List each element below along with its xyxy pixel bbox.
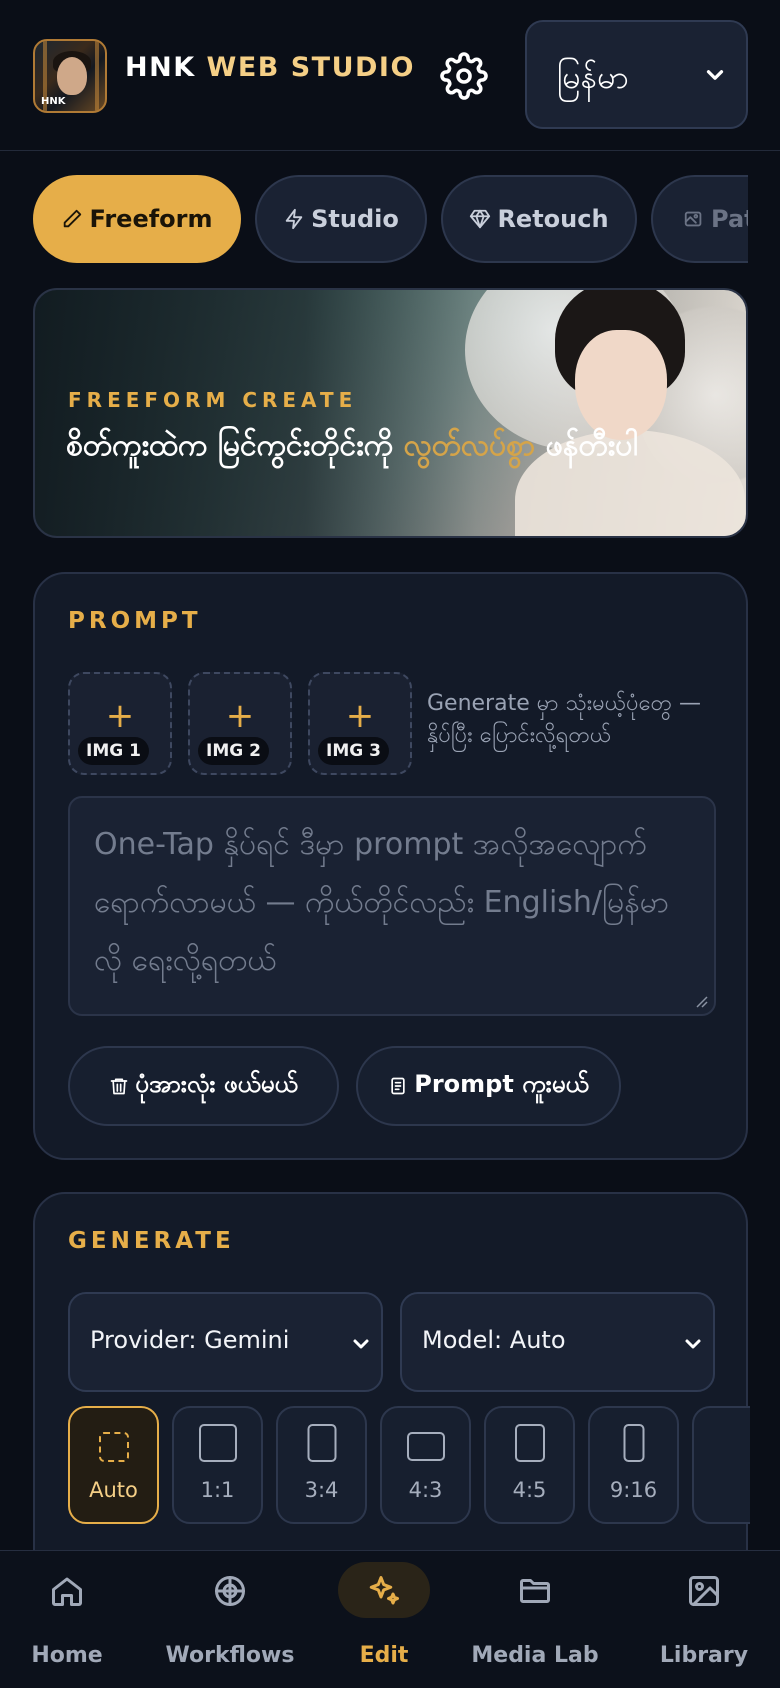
chevron-down-icon (685, 1339, 701, 1349)
ratio-portrait-icon (307, 1424, 336, 1462)
aspect-ratio-row: Auto 1:1 3:4 4:3 4:5 9:16 (68, 1406, 750, 1526)
ratio-option-9-16[interactable]: 9:16 (588, 1406, 679, 1524)
tab-label: Retouch (497, 205, 609, 233)
diamond-icon (470, 209, 491, 229)
copy-prompt-button[interactable]: Prompt ကူးမယ် (356, 1046, 621, 1126)
prompt-card-title: PROMPT (68, 608, 202, 634)
image-slot-1[interactable]: + IMG 1 (68, 672, 172, 775)
hero-headline-text: ဖန်တီးပါ (535, 428, 638, 463)
tab-studio[interactable]: Studio (255, 175, 427, 263)
image-slot-label: IMG 2 (198, 737, 269, 765)
app-logo[interactable]: HNK (33, 39, 107, 113)
image-slot-hint: Generate မှာ သုံးမယ့်ပုံတွေ — နှိပ်ပြီး … (427, 691, 702, 748)
hero-headline-text: စိတ်ကူးထဲက မြင်ကွင်းတိုင်းကို (66, 428, 404, 463)
workflow-icon (215, 1576, 245, 1606)
brand-part1: HNK (125, 52, 196, 83)
hero-eyebrow: FREEFORM CREATE (68, 388, 358, 412)
prompt-textarea-wrapper (68, 796, 716, 1016)
ratio-option-more[interactable] (692, 1406, 750, 1524)
ratio-auto-icon (98, 1432, 129, 1462)
generate-card-title: GENERATE (68, 1228, 235, 1254)
nav-home[interactable]: Home (0, 1551, 145, 1688)
ratio-label: 1:1 (200, 1478, 235, 1502)
ratio-label: 4:5 (512, 1478, 547, 1502)
ratio-tall-icon (623, 1424, 644, 1462)
clear-images-button[interactable]: ပုံအားလုံး ဖယ်မယ် (68, 1046, 339, 1126)
brand-part2: WEB STUDIO (206, 52, 415, 83)
ratio-label: 9:16 (609, 1478, 658, 1502)
ratio-label: 4:3 (408, 1478, 443, 1502)
nav-label: Library (659, 1643, 749, 1668)
image-icon (689, 1576, 719, 1606)
plus-icon: + (345, 696, 375, 736)
app-header: HNK HNK WEB STUDIO မြန်မာ (0, 0, 780, 151)
nav-label: Home (31, 1643, 103, 1668)
tab-pat[interactable]: Pat (651, 175, 748, 263)
nav-label: Workflows (165, 1643, 295, 1668)
folder-icon (520, 1579, 550, 1603)
ratio-option-1-1[interactable]: 1:1 (172, 1406, 263, 1524)
nav-workflows[interactable]: Workflows (152, 1551, 308, 1688)
image-slot-2[interactable]: + IMG 2 (188, 672, 292, 775)
sparkle-icon (369, 1576, 399, 1605)
ratio-landscape-icon (406, 1432, 445, 1461)
bolt-icon (285, 208, 303, 230)
settings-gear-icon[interactable] (440, 52, 488, 100)
bottom-nav: Home Workflows Edit Media Lab Library (0, 1550, 780, 1688)
chevron-down-icon (706, 70, 724, 80)
nav-label: Edit (359, 1643, 409, 1668)
home-icon (52, 1577, 82, 1606)
plus-icon: + (225, 696, 255, 736)
ratio-option-3-4[interactable]: 3:4 (276, 1406, 367, 1524)
chevron-down-icon (353, 1339, 369, 1349)
image-slot-label: IMG 1 (78, 737, 149, 765)
prompt-card: PROMPT + IMG 1 + IMG 2 + IMG 3 Generate … (33, 572, 748, 1160)
resize-grip-icon[interactable] (694, 994, 708, 1008)
ratio-option-auto[interactable]: Auto (68, 1406, 159, 1524)
tab-retouch[interactable]: Retouch (441, 175, 637, 263)
trash-icon (110, 1078, 128, 1095)
tab-label: Freeform (89, 205, 213, 233)
provider-value: Provider: Gemini (90, 1326, 290, 1354)
ratio-option-4-5[interactable]: 4:5 (484, 1406, 575, 1524)
ratio-label: Auto (89, 1478, 138, 1502)
generate-card: GENERATE Provider: Gemini Model: Auto Au… (33, 1192, 750, 1592)
nav-library[interactable]: Library (626, 1551, 780, 1688)
copy-prompt-label: Prompt ကူးမယ် (414, 1070, 589, 1098)
tab-label: Pat (711, 205, 748, 233)
hero-headline-highlight: လွတ်လပ်စွာ (403, 428, 536, 463)
image-slot-3[interactable]: + IMG 3 (308, 672, 412, 775)
provider-select[interactable]: Provider: Gemini (68, 1292, 383, 1392)
ratio-square-icon (198, 1424, 237, 1462)
language-select[interactable]: မြန်မာ (525, 20, 748, 129)
nav-label: Media Lab (471, 1643, 599, 1668)
document-icon (391, 1077, 405, 1095)
language-value: မြန်မာ (557, 58, 629, 96)
ratio-option-4-3[interactable]: 4:3 (380, 1406, 471, 1524)
ratio-label: 3:4 (304, 1478, 339, 1502)
clear-images-label: ပုံအားလုံး ဖယ်မယ် (135, 1070, 298, 1098)
pencil-icon (64, 209, 82, 228)
ratio-portrait-icon (514, 1424, 545, 1462)
tab-freeform[interactable]: Freeform (33, 175, 241, 263)
gallery-icon (684, 211, 702, 227)
plus-icon: + (105, 696, 135, 736)
hero-banner: FREEFORM CREATE စိတ်ကူးထဲက မြင်ကွင်းတိုင… (33, 288, 748, 538)
image-slot-label: IMG 3 (318, 737, 389, 765)
prompt-textarea[interactable] (94, 816, 690, 996)
hero-headline: စိတ်ကူးထဲက မြင်ကွင်းတိုင်းကို လွတ်လပ်စွာ… (66, 422, 726, 470)
tab-label: Studio (311, 205, 399, 233)
nav-edit[interactable]: Edit (306, 1551, 462, 1688)
mode-tabs: Freeform Studio Retouch Pat (0, 175, 748, 265)
logo-text: HNK (41, 96, 66, 107)
nav-media-lab[interactable]: Media Lab (457, 1551, 613, 1688)
brand-title: HNK WEB STUDIO (125, 52, 415, 83)
model-select[interactable]: Model: Auto (400, 1292, 715, 1392)
model-value: Model: Auto (422, 1326, 566, 1354)
